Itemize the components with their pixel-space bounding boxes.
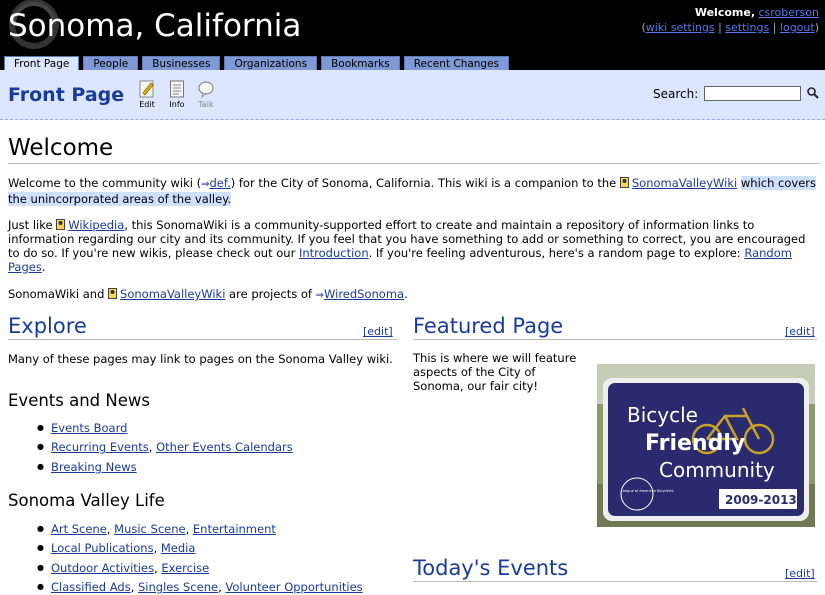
- info-button[interactable]: Info: [165, 80, 189, 109]
- introduction-link[interactable]: Introduction: [299, 246, 369, 260]
- singles-scene-link[interactable]: Singles Scene: [138, 580, 218, 594]
- site-header: Sonoma, California Welcome, csroberson (…: [0, 0, 825, 70]
- logout-link[interactable]: logout: [780, 21, 815, 34]
- edit-icon: [139, 80, 154, 98]
- text: Just like: [8, 218, 57, 232]
- art-scene-link[interactable]: Art Scene: [51, 522, 107, 536]
- separator: |: [718, 21, 722, 34]
- user-box: Welcome, csroberson (wiki settings | set…: [641, 5, 819, 35]
- other-events-calendars-link[interactable]: Other Events Calendars: [156, 440, 293, 454]
- events-board-link[interactable]: Events Board: [51, 421, 127, 435]
- welcome-heading: Welcome: [8, 135, 820, 164]
- exercise-link[interactable]: Exercise: [161, 561, 209, 575]
- todays-events-edit-link[interactable]: [edit]: [785, 567, 815, 580]
- list-item: Breaking News: [37, 460, 293, 479]
- site-title[interactable]: Sonoma, California: [8, 8, 301, 44]
- list-item: Recurring Events, Other Events Calendars: [37, 440, 293, 459]
- wiki-settings-link[interactable]: wiki settings: [646, 21, 715, 34]
- events-heading: Events and News: [8, 391, 150, 410]
- wiki-icon: [619, 177, 629, 188]
- paren-close: ): [814, 21, 819, 34]
- page-title: Front Page: [8, 84, 125, 106]
- wiki-icon: [108, 288, 118, 299]
- talk-button[interactable]: Talk: [194, 80, 218, 109]
- text: ) for the City of Sonoma, California. Th…: [230, 176, 620, 190]
- life-heading: Sonoma Valley Life: [8, 491, 165, 510]
- tab-businesses[interactable]: Businesses: [142, 56, 221, 70]
- tab-bookmarks[interactable]: Bookmarks: [321, 56, 400, 70]
- list-item: Art Scene, Music Scene, Entertainment: [37, 522, 363, 541]
- tab-people[interactable]: People: [83, 56, 139, 70]
- talk-icon: [198, 81, 214, 98]
- search-icon[interactable]: [806, 86, 820, 100]
- text: .: [404, 287, 408, 301]
- media-link[interactable]: Media: [161, 541, 196, 555]
- text: . If you're feeling adventurous, here's …: [368, 246, 745, 260]
- todays-events-heading: Today's Events: [413, 556, 817, 582]
- list-item: Events Board: [37, 421, 293, 440]
- featured-text: This is where we will feature aspects of…: [413, 351, 577, 393]
- sign-line-2: Friendly: [645, 431, 745, 456]
- list-item: Classified Ads, Singles Scene, Volunteer…: [37, 580, 363, 595]
- info-icon: [170, 80, 184, 98]
- welcome-text: Welcome,: [694, 6, 755, 19]
- classified-ads-link[interactable]: Classified Ads: [51, 580, 131, 594]
- tab-recent-changes[interactable]: Recent Changes: [403, 56, 510, 70]
- welcome-paragraph-2: Just like Wikipedia, this SonomaWiki is …: [8, 218, 820, 274]
- tab-organizations[interactable]: Organizations: [224, 56, 318, 70]
- sign-years: 2009-2013: [725, 493, 797, 507]
- text: Welcome to the community wiki (: [8, 176, 202, 190]
- text: are projects of: [225, 287, 316, 301]
- explore-heading: Explore: [8, 314, 398, 340]
- life-list: Art Scene, Music Scene, Entertainment Lo…: [37, 522, 363, 595]
- music-scene-link[interactable]: Music Scene: [114, 522, 185, 536]
- separator: |: [772, 21, 777, 34]
- recurring-events-link[interactable]: Recurring Events: [51, 440, 149, 454]
- info-label: Info: [169, 100, 185, 109]
- title-bar: Front Page Edit Info Talk Search:: [0, 70, 825, 120]
- explore-edit-link[interactable]: [edit]: [363, 325, 393, 338]
- wired-sonoma-link[interactable]: WiredSonoma: [324, 287, 404, 301]
- events-list: Events Board Recurring Events, Other Eve…: [37, 421, 293, 479]
- bicycle-friendly-sign-photo[interactable]: Bicycle Friendly Community League of Ame…: [597, 364, 815, 527]
- volunteer-opportunities-link[interactable]: Volunteer Opportunities: [225, 580, 362, 594]
- list-item: Outdoor Activities, Exercise: [37, 561, 363, 580]
- sign-line-1: Bicycle: [627, 403, 698, 427]
- talk-label: Talk: [198, 100, 214, 109]
- outdoor-activities-link[interactable]: Outdoor Activities: [51, 561, 154, 575]
- featured-heading: Featured Page: [413, 314, 817, 340]
- username-link[interactable]: csroberson: [759, 6, 820, 19]
- entertainment-link[interactable]: Entertainment: [193, 522, 276, 536]
- wiki-icon: [56, 219, 66, 230]
- welcome-paragraph-3: SonomaWiki and SonomaValleyWiki are proj…: [8, 287, 820, 303]
- edit-button[interactable]: Edit: [135, 80, 159, 109]
- local-publications-link[interactable]: Local Publications: [51, 541, 154, 555]
- breaking-news-link[interactable]: Breaking News: [51, 460, 137, 474]
- wikipedia-link[interactable]: Wikipedia: [68, 218, 124, 232]
- text: .: [41, 260, 46, 274]
- sonoma-valley-wiki-link[interactable]: SonomaValleyWiki: [632, 176, 737, 190]
- settings-link[interactable]: settings: [725, 21, 769, 34]
- list-item: Local Publications, Media: [37, 541, 363, 560]
- tab-front-page[interactable]: Front Page: [4, 56, 80, 70]
- text: SonomaWiki and: [8, 287, 109, 301]
- sign-line-3: Community: [659, 458, 775, 482]
- welcome-paragraph-1: Welcome to the community wiki (⇒def.) fo…: [8, 176, 820, 206]
- featured-edit-link[interactable]: [edit]: [785, 325, 815, 338]
- sign-badge: League of American Bicyclists: [621, 489, 674, 493]
- def-link[interactable]: def.: [209, 176, 230, 190]
- external-link-icon: ⇒: [315, 290, 325, 301]
- nav-tabs: Front Page People Businesses Organizatio…: [4, 56, 510, 70]
- explore-intro: Many of these pages may link to pages on…: [8, 352, 393, 366]
- edit-label: Edit: [139, 100, 155, 109]
- sonoma-valley-wiki-link[interactable]: SonomaValleyWiki: [120, 287, 225, 301]
- search-label: Search:: [653, 87, 699, 101]
- search-input[interactable]: [704, 86, 801, 101]
